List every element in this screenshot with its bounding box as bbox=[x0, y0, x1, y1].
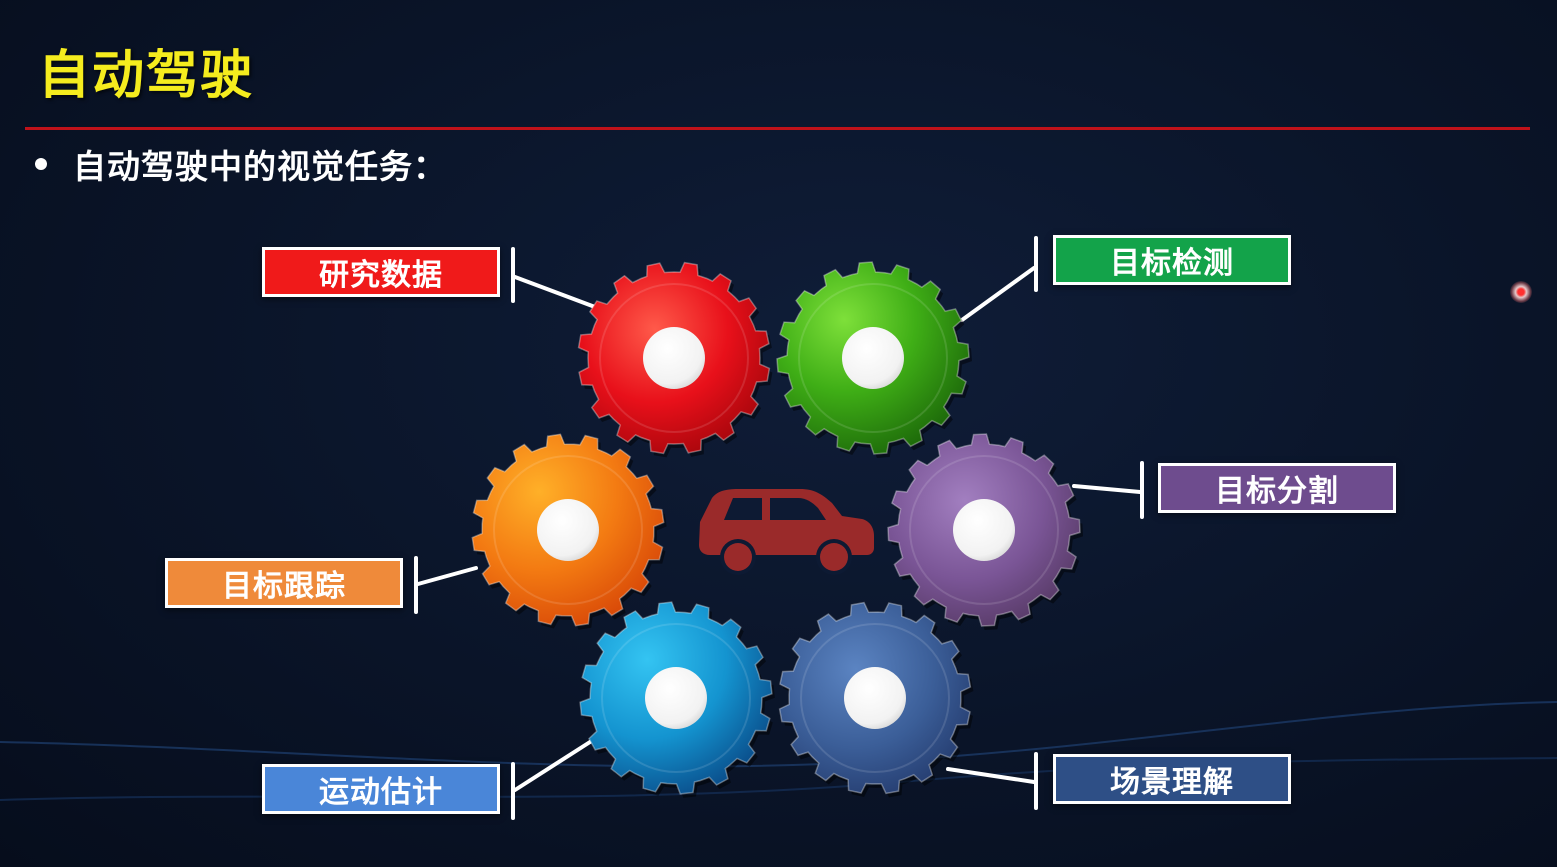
label-object-detection: 目标检测 bbox=[1053, 235, 1291, 285]
laser-pointer-icon bbox=[1510, 281, 1532, 303]
green-gear-icon bbox=[776, 261, 972, 458]
label-object-segmentation: 目标分割 bbox=[1158, 463, 1396, 513]
label-object-tracking: 目标跟踪 bbox=[165, 558, 403, 608]
navy-gear-icon bbox=[778, 601, 974, 798]
label-scene-understanding: 场景理解 bbox=[1053, 754, 1291, 804]
bullet-dot-icon bbox=[35, 158, 47, 170]
orange-gear-icon bbox=[471, 433, 667, 630]
bullet-text: 自动驾驶中的视觉任务： bbox=[73, 147, 447, 186]
blue-gear-icon bbox=[579, 601, 775, 798]
gear-diagram bbox=[0, 236, 1557, 820]
red-gear-icon bbox=[577, 261, 773, 458]
slide-title: 自动驾驶 bbox=[38, 46, 255, 106]
bullet-item: 自动驾驶中的视觉任务： bbox=[35, 140, 447, 188]
car-icon bbox=[699, 489, 874, 575]
label-motion-estimation: 运动估计 bbox=[262, 764, 500, 814]
title-divider bbox=[25, 127, 1530, 130]
purple-gear-icon bbox=[887, 433, 1083, 630]
label-research-data: 研究数据 bbox=[262, 247, 500, 297]
